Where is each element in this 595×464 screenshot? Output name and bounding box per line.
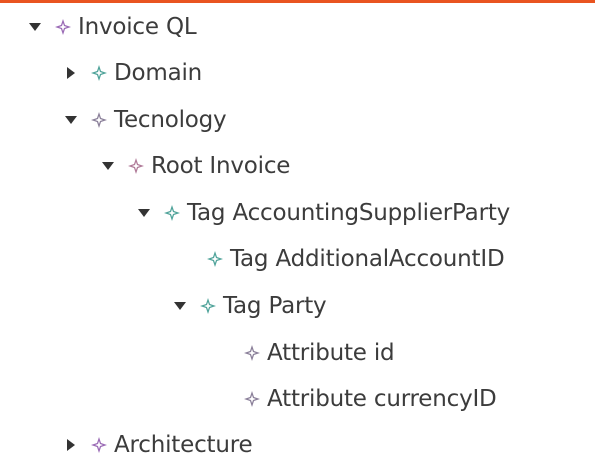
diamond-star-icon [54, 18, 72, 36]
expand-arrow-icon[interactable] [173, 299, 187, 313]
diamond-star-icon [163, 204, 181, 222]
tree-node-invoice-ql[interactable]: Invoice QL [28, 8, 197, 46]
expand-arrow-icon[interactable] [64, 113, 78, 127]
tree-node-label: Tecnology [114, 106, 227, 133]
tree-node-label: Root Invoice [151, 152, 291, 179]
tree-node-label: Tag Party [223, 292, 327, 319]
tree-node-label: Domain [114, 59, 203, 86]
tree-node-attribute-id[interactable]: Attribute id [217, 334, 395, 372]
tree-node-architecture[interactable]: Architecture [64, 426, 253, 464]
collapse-arrow-icon[interactable] [64, 438, 78, 452]
tree-node-tag-additionalaccountid[interactable]: Tag AdditionalAccountID [180, 240, 505, 278]
tree-node-label: Attribute currencyID [267, 385, 497, 412]
expand-arrow-icon[interactable] [137, 206, 151, 220]
diamond-star-icon [206, 250, 224, 268]
diamond-star-icon [90, 111, 108, 129]
diamond-star-icon [243, 390, 261, 408]
tree-node-domain[interactable]: Domain [64, 54, 202, 92]
tree-node-tecnology[interactable]: Tecnology [64, 101, 227, 139]
tree-node-label: Architecture [114, 431, 253, 458]
diamond-star-icon [127, 157, 145, 175]
expand-arrow-icon[interactable] [28, 20, 42, 34]
tree-node-label: Tag AdditionalAccountID [230, 245, 505, 272]
tree-node-label: Tag AccountingSupplierParty [187, 199, 511, 226]
model-tree: Invoice QL Domain Tecnology Root Invoice [0, 0, 595, 457]
collapse-arrow-icon[interactable] [64, 66, 78, 80]
diamond-star-icon [243, 344, 261, 362]
tree-node-label: Attribute id [267, 339, 395, 366]
tree-node-label: Invoice QL [78, 13, 197, 40]
tree-node-root-invoice[interactable]: Root Invoice [101, 147, 290, 185]
diamond-star-icon [90, 64, 108, 82]
tree-node-tag-accountingsupplierparty[interactable]: Tag AccountingSupplierParty [137, 194, 510, 232]
tree-node-attribute-currencyid[interactable]: Attribute currencyID [217, 380, 497, 418]
tree-node-tag-party[interactable]: Tag Party [173, 287, 327, 325]
diamond-star-icon [90, 436, 108, 454]
diamond-star-icon [199, 297, 217, 315]
expand-arrow-icon[interactable] [101, 159, 115, 173]
